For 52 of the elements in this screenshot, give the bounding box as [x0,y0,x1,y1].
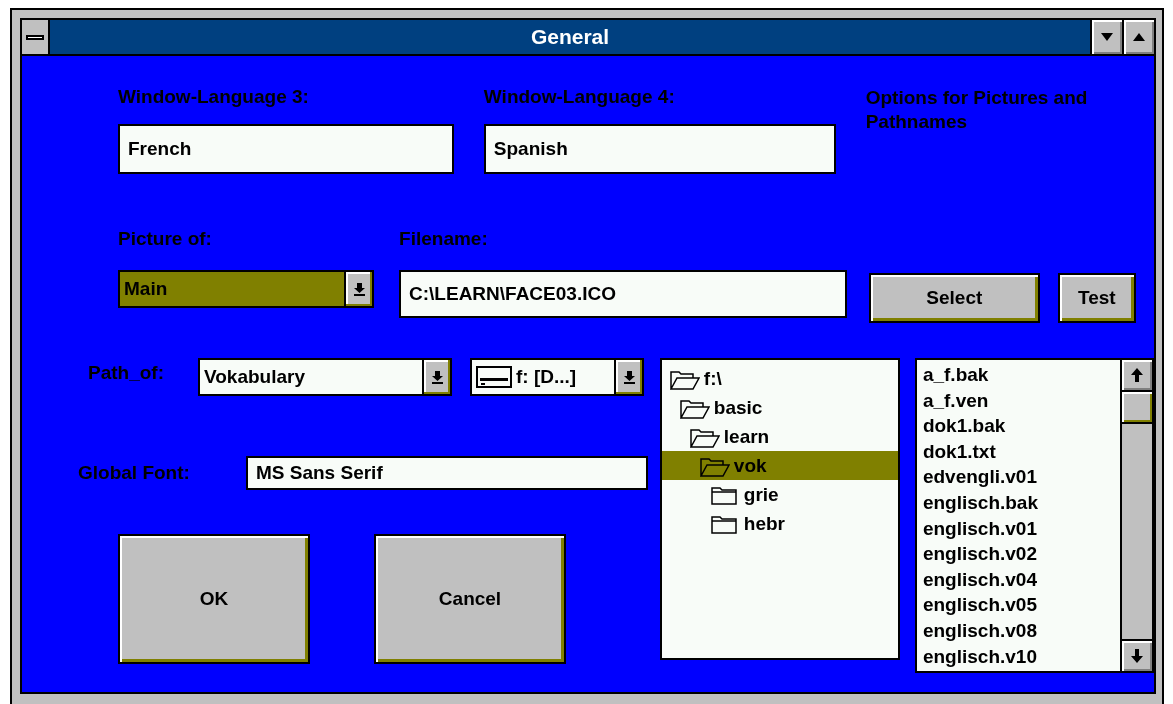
dialog-button[interactable]: Select [869,273,1040,323]
global-font-field[interactable]: MS Sans Serif [246,456,648,490]
scroll-up-button[interactable] [1122,360,1152,392]
file-item[interactable]: englisch.v01 [922,515,1120,542]
file-item[interactable]: a_f.bak [922,362,1120,388]
file-item[interactable]: englisch.v10 [922,643,1120,670]
filename-label: Filename: [399,228,489,250]
scrollbar[interactable] [1120,360,1152,671]
tree-item[interactable]: learn [661,422,898,451]
down-arrow-icon [353,282,365,296]
file-item[interactable]: dok1.txt [922,438,1120,465]
picture-of-dropdown[interactable]: Main [118,270,374,308]
file-item[interactable]: englisch.v05 [922,592,1120,618]
tree-item[interactable]: basic [661,393,898,422]
tree-item[interactable]: f:\ [661,364,898,393]
file-item[interactable]: a_f.ven [922,387,1120,414]
scroll-thumb[interactable] [1122,392,1152,424]
down-triangle-icon [1101,33,1113,41]
dialog-button[interactable]: Test [1057,273,1136,323]
file-item[interactable]: englisch.v02 [922,541,1120,567]
maximize-button[interactable] [1122,20,1154,54]
dialog-button[interactable]: Cancel [374,534,566,664]
tree-item[interactable]: vok [661,451,898,480]
picture-of-label: Picture of: [118,228,213,250]
drive-icon [476,366,512,388]
up-arrow-icon [1131,368,1143,382]
section-heading: Options for Pictures and Pathnames [865,86,1089,134]
language-field[interactable]: Spanish [483,124,836,174]
path-of-label: Path_of: [88,362,165,384]
system-menu-button[interactable] [22,20,50,54]
down-arrow-icon [1131,649,1143,663]
dialog-button[interactable]: OK [118,534,310,664]
file-item[interactable]: edvengli.v01 [922,464,1120,490]
file-item[interactable]: englisch.bak [922,489,1120,516]
down-arrow-icon [623,370,635,384]
language-label: Window-Language 4: [483,86,676,108]
scroll-down-button[interactable] [1122,639,1152,671]
down-arrow-icon [431,370,443,384]
drive-dropdown[interactable]: f: [D...] [470,358,644,396]
filename-field[interactable]: C:\LEARN\FACE03.ICO [399,270,848,318]
file-item[interactable]: dok1.bak [922,413,1120,439]
file-item[interactable]: englisch.v04 [922,566,1120,593]
path-of-dropdown[interactable]: Vokabulary [198,358,452,396]
up-triangle-icon [1133,33,1145,41]
minimize-button[interactable] [1090,20,1122,54]
window-title: General [529,24,611,50]
file-item[interactable]: englisch.v08 [922,617,1120,644]
global-font-label: Global Font: [78,462,191,484]
language-label: Window-Language 3: [118,86,310,108]
tree-item[interactable]: grie [661,480,898,509]
language-field[interactable]: French [118,124,454,174]
tree-item[interactable]: hebr [661,509,898,538]
